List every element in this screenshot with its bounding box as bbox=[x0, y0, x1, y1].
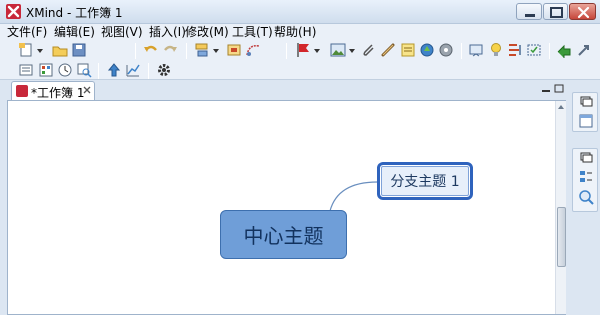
note-icon[interactable] bbox=[400, 42, 416, 58]
insert-topic-icon[interactable] bbox=[194, 42, 210, 58]
maximize-button[interactable] bbox=[543, 3, 568, 20]
branch-connector bbox=[329, 181, 381, 212]
minimize-view-icon[interactable] bbox=[540, 84, 552, 94]
redo-icon[interactable] bbox=[162, 42, 178, 58]
boundary-icon[interactable] bbox=[526, 42, 542, 58]
xmind-logo-icon bbox=[6, 4, 21, 19]
undo-icon[interactable] bbox=[143, 42, 159, 58]
save-icon[interactable] bbox=[71, 42, 87, 58]
window-title: XMind - 工作簿 1 bbox=[26, 6, 123, 20]
settings-icon[interactable] bbox=[156, 62, 172, 78]
new-dropdown-icon[interactable] bbox=[37, 49, 43, 53]
panel-group-top bbox=[572, 92, 598, 132]
subtopic-icon[interactable] bbox=[226, 42, 242, 58]
scroll-up-icon[interactable] bbox=[558, 105, 564, 109]
presentation-icon[interactable] bbox=[468, 42, 484, 58]
workbook-tab[interactable]: *工作簿 1 bbox=[11, 81, 95, 100]
toolbar-separator bbox=[549, 43, 550, 59]
export-icon[interactable] bbox=[576, 42, 592, 58]
new-workbook-icon[interactable] bbox=[18, 42, 34, 58]
share-icon[interactable] bbox=[556, 42, 572, 58]
editor-area: 中心主题 分支主题 1 bbox=[7, 100, 566, 315]
audio-icon[interactable] bbox=[438, 42, 454, 58]
image-dropdown-icon[interactable] bbox=[349, 49, 355, 53]
hyperlink-icon[interactable] bbox=[380, 42, 396, 58]
open-icon[interactable] bbox=[52, 42, 68, 58]
menu-help[interactable]: 帮助(H) bbox=[274, 25, 316, 39]
outline-icon[interactable] bbox=[18, 62, 34, 78]
close-icon[interactable] bbox=[82, 85, 92, 95]
toolbar-separator bbox=[186, 43, 187, 59]
maximize-icon bbox=[550, 7, 563, 18]
editor-tab-bar: *工作簿 1 bbox=[7, 80, 566, 100]
maximize-view-icon[interactable] bbox=[553, 84, 565, 94]
title-bar: XMind - 工作簿 1 bbox=[0, 0, 600, 24]
close-button[interactable] bbox=[569, 3, 596, 20]
label-icon[interactable] bbox=[419, 42, 435, 58]
toolbar-separator bbox=[98, 63, 99, 79]
summary-icon[interactable] bbox=[507, 42, 523, 58]
branch-topic[interactable]: 分支主题 1 bbox=[377, 162, 473, 200]
zoom-fit-icon[interactable] bbox=[76, 62, 92, 78]
menu-insert[interactable]: 插入(I) bbox=[149, 25, 186, 39]
marker-icon[interactable] bbox=[295, 42, 311, 58]
central-topic[interactable]: 中心主题 bbox=[220, 210, 347, 259]
restore-icon[interactable] bbox=[578, 151, 594, 167]
upload-icon[interactable] bbox=[106, 62, 122, 78]
zoom-search-icon[interactable] bbox=[578, 189, 594, 205]
toolbar bbox=[0, 40, 600, 80]
outline-view-icon[interactable] bbox=[578, 113, 594, 129]
marker-dropdown-icon[interactable] bbox=[314, 49, 320, 53]
workbook-tab-label: *工作簿 1 bbox=[31, 86, 85, 100]
branch-topic-label: 分支主题 1 bbox=[390, 174, 460, 190]
menu-tools[interactable]: 工具(T) bbox=[232, 25, 273, 39]
menu-file[interactable]: 文件(F) bbox=[7, 25, 47, 39]
xmind-file-icon bbox=[16, 85, 28, 97]
toolbar-separator bbox=[461, 43, 462, 59]
history-icon[interactable] bbox=[57, 62, 73, 78]
panel-group-bottom bbox=[572, 148, 598, 212]
central-topic-label: 中心主题 bbox=[243, 224, 324, 248]
idea-icon[interactable] bbox=[488, 42, 504, 58]
connector-lines bbox=[329, 181, 381, 212]
attachment-icon[interactable] bbox=[361, 42, 377, 58]
menu-bar: 文件(F) 编辑(E) 视图(V) 插入(I) 修改(M) 工具(T) 帮助(H… bbox=[0, 24, 600, 40]
toolbar-separator bbox=[286, 43, 287, 59]
properties-icon[interactable] bbox=[578, 169, 594, 185]
right-side-panel bbox=[570, 80, 600, 315]
minimize-button[interactable] bbox=[516, 3, 542, 20]
close-icon bbox=[577, 6, 590, 19]
vertical-scrollbar[interactable] bbox=[555, 101, 566, 314]
menu-view[interactable]: 视图(V) bbox=[101, 25, 143, 39]
chart-icon[interactable] bbox=[125, 62, 141, 78]
restore-icon[interactable] bbox=[578, 95, 594, 111]
scroll-thumb[interactable] bbox=[557, 207, 566, 267]
minimize-icon bbox=[525, 14, 535, 17]
menu-modify[interactable]: 修改(M) bbox=[185, 25, 229, 39]
menu-edit[interactable]: 编辑(E) bbox=[54, 25, 95, 39]
gallery-icon[interactable] bbox=[38, 62, 54, 78]
topic-dropdown-icon[interactable] bbox=[213, 49, 219, 53]
mindmap-canvas[interactable]: 中心主题 分支主题 1 bbox=[8, 101, 548, 314]
toolbar-separator bbox=[148, 63, 149, 79]
relationship-icon[interactable] bbox=[245, 42, 261, 58]
image-icon[interactable] bbox=[330, 42, 346, 58]
toolbar-separator bbox=[135, 43, 136, 59]
